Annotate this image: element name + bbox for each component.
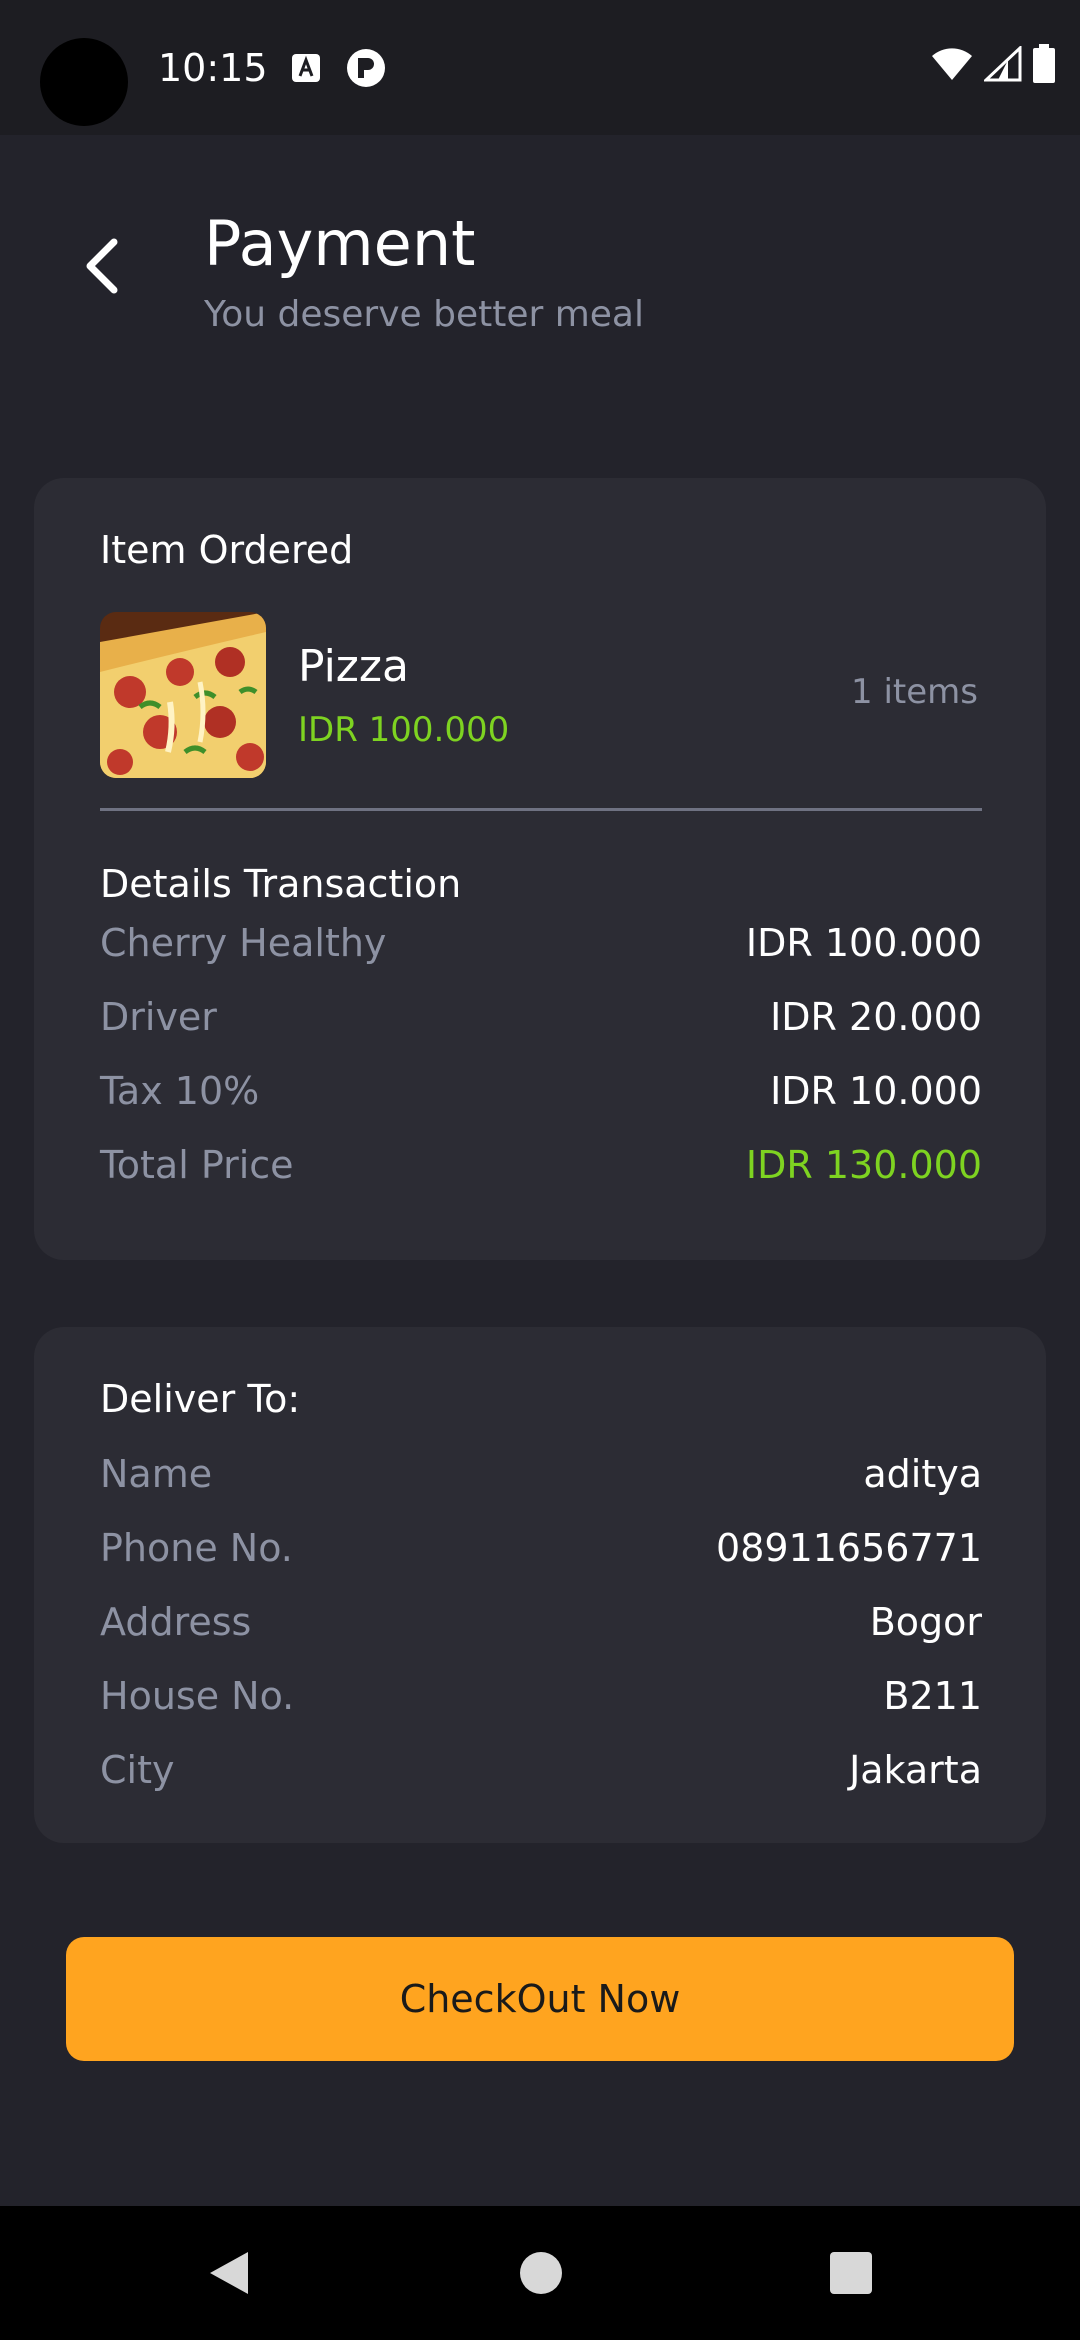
camera-cutout: [40, 38, 128, 126]
deliver-to-card: Deliver To: Name aditya Phone No. 089116…: [34, 1327, 1046, 1843]
delivery-label: City: [100, 1748, 175, 1792]
checkout-button[interactable]: CheckOut Now: [66, 1937, 1014, 2061]
transaction-row-total: Total Price IDR 130.000: [100, 1140, 982, 1190]
item-price: IDR 100.000: [298, 710, 510, 750]
system-nav-bar: [0, 2206, 1080, 2340]
nav-back-icon[interactable]: [206, 2250, 252, 2296]
delivery-value: Jakarta: [849, 1748, 982, 1792]
chevron-left-icon: [86, 238, 118, 294]
order-summary-card: Item Ordered Pizza IDR 100.000 1 items D…: [34, 478, 1046, 1260]
details-transaction-title: Details Transaction: [100, 862, 462, 906]
r-notification-icon: [347, 49, 385, 87]
status-time: 10:15: [158, 46, 268, 90]
page-subtitle: You deserve better meal: [204, 294, 644, 335]
signal-icon: [984, 46, 1022, 82]
delivery-row-house-no: House No. B211: [100, 1671, 982, 1721]
nav-recents-icon[interactable]: [830, 2252, 872, 2294]
delivery-value: B211: [883, 1674, 982, 1718]
item-quantity: 1 items: [851, 672, 978, 712]
transaction-row-tax: Tax 10% IDR 10.000: [100, 1066, 982, 1116]
transaction-value: IDR 100.000: [745, 921, 982, 965]
delivery-row-name: Name aditya: [100, 1449, 982, 1499]
delivery-value: Bogor: [869, 1600, 982, 1644]
transaction-value: IDR 10.000: [770, 1069, 982, 1113]
delivery-label: Name: [100, 1452, 213, 1496]
pizza-image: [100, 612, 266, 778]
transaction-row-cherry-healthy: Cherry Healthy IDR 100.000: [100, 918, 982, 968]
transaction-label: Cherry Healthy: [100, 921, 387, 965]
item-name: Pizza: [298, 641, 409, 692]
delivery-label: House No.: [100, 1674, 295, 1718]
transaction-row-driver: Driver IDR 20.000: [100, 992, 982, 1042]
nav-home-icon[interactable]: [520, 2252, 562, 2294]
delivery-label: Phone No.: [100, 1526, 293, 1570]
back-button[interactable]: [60, 226, 140, 306]
divider: [100, 808, 982, 811]
transaction-label: Driver: [100, 995, 217, 1039]
delivery-row-city: City Jakarta: [100, 1745, 982, 1795]
delivery-value: 08911656771: [716, 1526, 982, 1570]
deliver-to-title: Deliver To:: [100, 1377, 301, 1421]
battery-icon: [1033, 44, 1055, 83]
a-notification-icon: [292, 54, 320, 82]
transaction-label: Tax 10%: [100, 1069, 260, 1113]
delivery-label: Address: [100, 1600, 252, 1644]
page-title: Payment: [204, 207, 476, 280]
item-ordered-title: Item Ordered: [100, 528, 354, 572]
delivery-row-phone: Phone No. 08911656771: [100, 1523, 982, 1573]
delivery-row-address: Address Bogor: [100, 1597, 982, 1647]
transaction-label: Total Price: [100, 1143, 294, 1187]
status-icons: [930, 44, 1056, 84]
delivery-value: aditya: [863, 1452, 982, 1496]
total-price-value: IDR 130.000: [745, 1143, 982, 1187]
transaction-value: IDR 20.000: [770, 995, 982, 1039]
status-bar: 10:15: [0, 0, 1080, 135]
wifi-icon: [932, 48, 972, 80]
